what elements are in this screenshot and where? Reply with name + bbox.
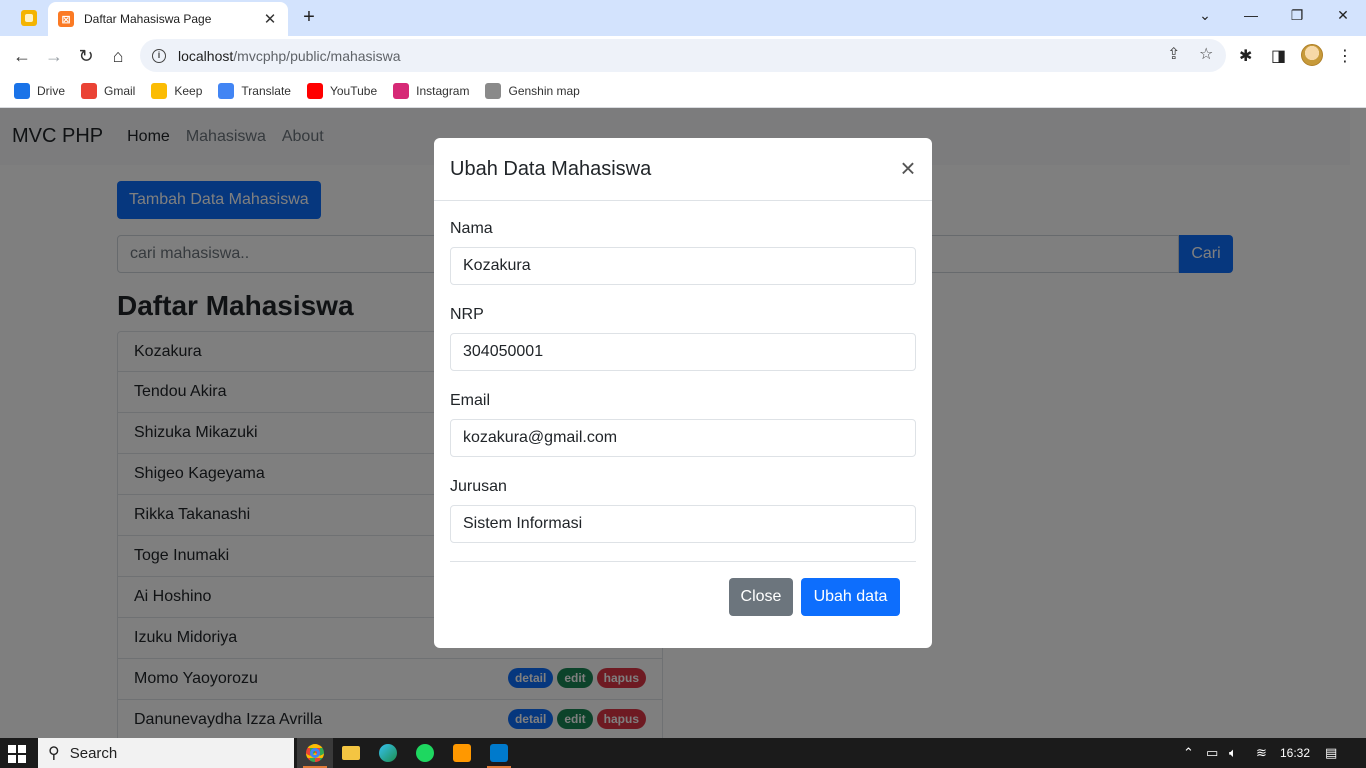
spotify-icon[interactable]	[407, 738, 443, 768]
bookmark-gmail[interactable]: Gmail	[81, 83, 135, 99]
bookmark-star-icon[interactable]: ☆	[1199, 44, 1213, 64]
close-icon[interactable]: ×	[896, 155, 920, 181]
field-jurusan: Jurusan Sistem Informasi	[450, 478, 916, 543]
edit-student-modal: Ubah Data Mahasiswa × Nama Kozakura NRP …	[434, 138, 932, 648]
forward-arrow-icon[interactable]: →	[41, 43, 67, 69]
site-info-icon[interactable]: i	[152, 48, 166, 63]
extensions-puzzle-icon[interactable]: ✱	[1239, 46, 1252, 66]
back-arrow-icon[interactable]: ←	[9, 43, 35, 69]
nama-input[interactable]: Kozakura	[450, 247, 916, 285]
browser-toolbar: ← → ↻ ⌂ i localhost/mvcphp/public/mahasi…	[0, 36, 1366, 75]
windows-start-icon[interactable]	[8, 745, 26, 763]
pinned-tab[interactable]	[14, 4, 44, 32]
edge-icon[interactable]	[370, 738, 406, 768]
modal-footer-divider	[450, 561, 916, 562]
url-path: /mvcphp/public/mahasiswa	[233, 47, 401, 64]
modal-title: Ubah Data Mahasiswa	[450, 157, 652, 180]
share-icon[interactable]: ⇪	[1167, 44, 1180, 64]
drive-icon	[14, 83, 30, 99]
vscode-icon[interactable]	[481, 738, 517, 768]
modal-header: Ubah Data Mahasiswa ×	[434, 138, 932, 201]
translate-icon	[218, 83, 235, 99]
profile-avatar[interactable]	[1301, 44, 1323, 66]
tab-search-chevron-icon[interactable]: ⌄	[1182, 0, 1228, 30]
bookmark-label: YouTube	[329, 84, 378, 98]
nrp-input[interactable]: 304050001	[450, 333, 916, 371]
url-host: localhost	[178, 47, 234, 64]
bookmark-label: Keep	[174, 84, 203, 98]
keep-icon	[151, 83, 168, 99]
bookmark-label: Gmail	[104, 84, 136, 98]
notification-icon[interactable]: ▤	[1325, 745, 1337, 761]
field-nrp: NRP 304050001	[450, 306, 916, 371]
web-page: MVC PHP Home Mahasiswa About Tambah Data…	[0, 108, 1366, 738]
file-explorer-icon[interactable]	[333, 738, 369, 768]
keep-favicon-icon	[21, 10, 37, 26]
taskbar-search[interactable]: ⚲ Search	[38, 738, 294, 768]
email-input[interactable]: kozakura@gmail.com	[450, 419, 916, 457]
screen: ⊠ Daftar Mahasiswa Page ✕ + ⌄ — ❐ ✕ ← → …	[0, 0, 1366, 768]
bookmark-youtube[interactable]: YouTube	[306, 83, 378, 99]
taskbar-search-label: Search	[69, 744, 118, 762]
close-button[interactable]: Close	[729, 578, 793, 616]
windows-taskbar: ⚲ Search ⌃ ▭ 🔈︎ ≋ 16:32 ▤	[0, 738, 1366, 768]
field-email: Email kozakura@gmail.com	[450, 392, 916, 457]
sublime-text-icon[interactable]	[444, 738, 480, 768]
tab-close-icon[interactable]: ✕	[262, 10, 278, 28]
bookmark-label: Drive	[37, 84, 66, 98]
field-label: Email	[450, 392, 491, 409]
bookmark-label: Genshin map	[508, 84, 580, 98]
gmail-icon	[81, 83, 98, 99]
bookmark-translate[interactable]: Translate	[218, 83, 291, 99]
bookmark-drive[interactable]: Drive	[14, 83, 65, 99]
close-window-button[interactable]: ✕	[1320, 0, 1366, 30]
new-tab-button[interactable]: +	[298, 6, 320, 28]
menu-kebab-icon[interactable]: ⋮	[1337, 46, 1353, 66]
bookmark-keep[interactable]: Keep	[151, 83, 202, 99]
wifi-icon[interactable]: ≋	[1256, 745, 1267, 761]
url-text: localhost/mvcphp/public/mahasiswa	[178, 48, 401, 64]
bookmarks-bar: Drive Gmail Keep Translate YouTube Instagram G…	[0, 75, 1366, 108]
active-tab[interactable]: ⊠ Daftar Mahasiswa Page ✕	[48, 2, 288, 36]
field-label: Nama	[450, 220, 493, 237]
bookmark-genshin-map[interactable]: Genshin map	[485, 83, 580, 99]
field-nama: Nama Kozakura	[450, 220, 916, 285]
browser-tab-bar: ⊠ Daftar Mahasiswa Page ✕ + ⌄ — ❐ ✕	[0, 0, 1366, 36]
genshin-map-icon	[485, 83, 502, 99]
battery-icon[interactable]: ▭	[1206, 745, 1218, 761]
xampp-favicon-icon: ⊠	[58, 11, 74, 27]
field-label: Jurusan	[450, 478, 507, 495]
side-panel-icon[interactable]: ◨	[1271, 46, 1286, 66]
restore-button[interactable]: ❐	[1274, 0, 1320, 30]
instagram-icon	[393, 83, 410, 99]
clock[interactable]: 16:32	[1280, 746, 1310, 760]
field-label: NRP	[450, 306, 484, 323]
jurusan-input[interactable]: Sistem Informasi	[450, 505, 916, 543]
reload-icon[interactable]: ↻	[73, 43, 99, 69]
bookmark-instagram[interactable]: Instagram	[393, 83, 469, 99]
bookmark-label: Translate	[241, 84, 291, 98]
address-bar[interactable]: i localhost/mvcphp/public/mahasiswa	[140, 39, 1226, 72]
chrome-taskbar-icon[interactable]	[297, 738, 333, 768]
youtube-icon	[306, 83, 323, 99]
bookmark-label: Instagram	[416, 84, 470, 98]
search-icon: ⚲	[48, 745, 60, 762]
minimize-button[interactable]: —	[1228, 0, 1274, 30]
volume-icon[interactable]: 🔈︎	[1229, 745, 1237, 761]
tab-title: Daftar Mahasiswa Page	[84, 12, 212, 26]
save-changes-button[interactable]: Ubah data	[801, 578, 900, 616]
tray-chevron-icon[interactable]: ⌃	[1183, 745, 1194, 761]
home-icon[interactable]: ⌂	[105, 43, 131, 69]
